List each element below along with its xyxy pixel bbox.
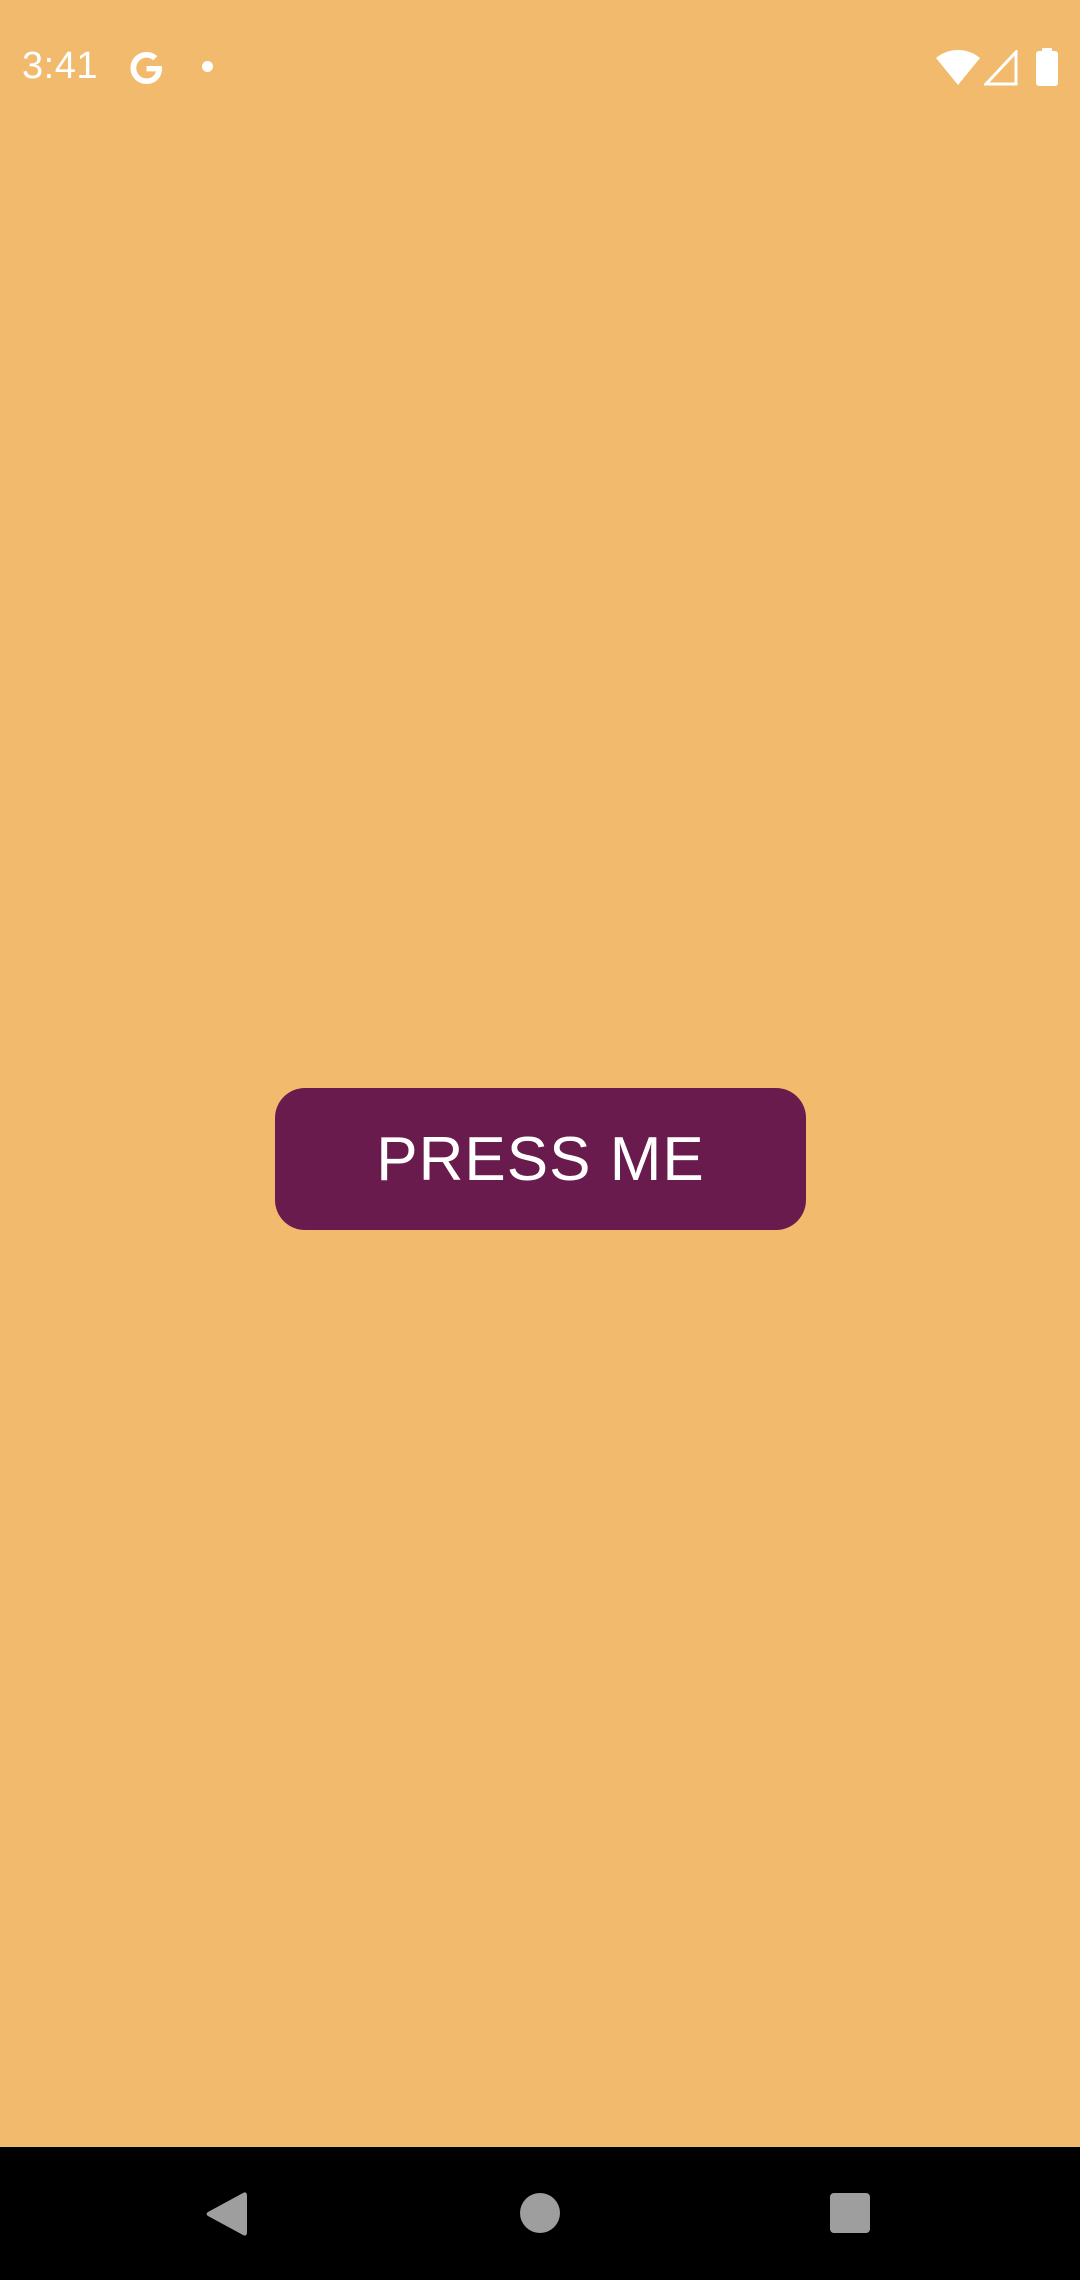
back-icon[interactable] [205,2191,247,2237]
app-screen: 3:41 PRESS ME [0,0,1080,2280]
status-time: 3:41 [22,45,98,87]
navigation-bar [0,2147,1080,2280]
home-icon[interactable] [520,2193,560,2233]
recents-icon[interactable] [830,2193,870,2233]
google-g-icon [130,52,162,84]
battery-icon [1036,48,1058,86]
status-bar: 3:41 [0,0,1080,135]
wifi-icon [936,50,980,85]
notification-dot-icon [202,61,213,72]
press-me-button[interactable]: PRESS ME [275,1088,806,1230]
cell-signal-icon [984,50,1018,86]
